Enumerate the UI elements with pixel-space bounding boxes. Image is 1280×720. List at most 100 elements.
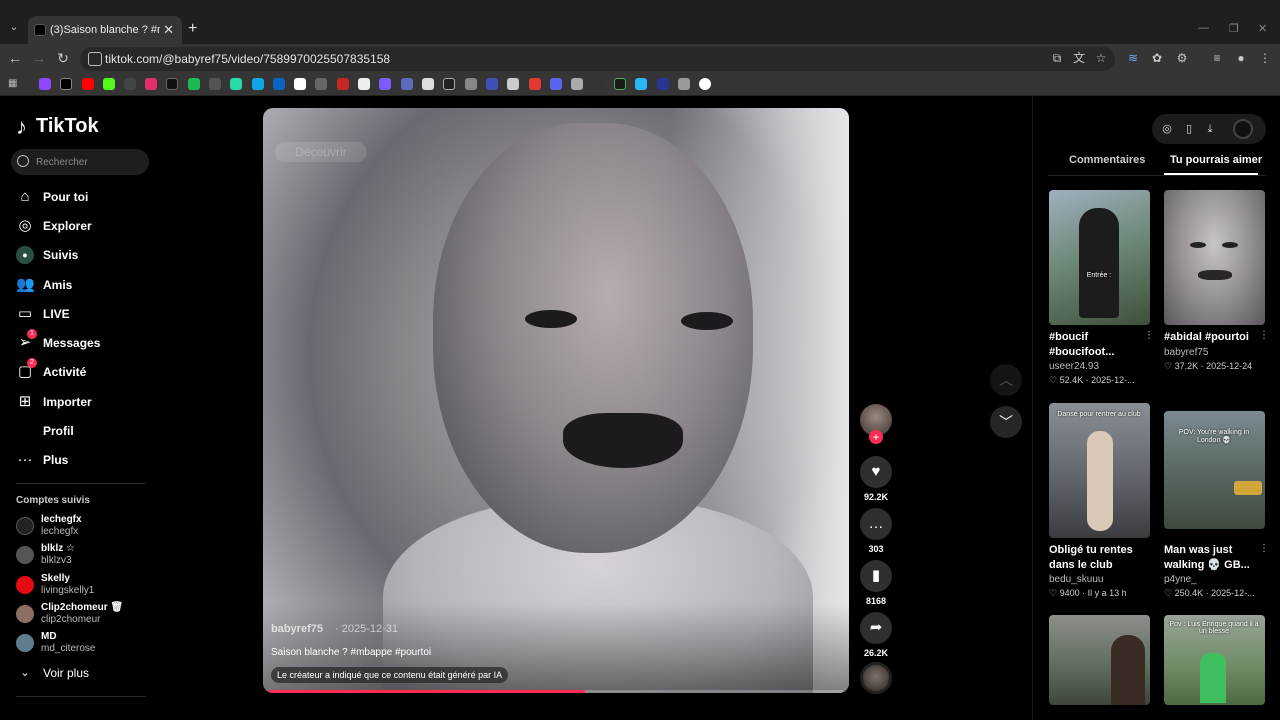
card-author[interactable]: bedu_skuuu bbox=[1049, 574, 1104, 585]
like-button[interactable]: ♥ bbox=[860, 456, 892, 488]
card-author[interactable]: babyref75 bbox=[1164, 347, 1208, 358]
bookmark-icon-30[interactable] bbox=[657, 78, 669, 90]
nav-item-pour-toi[interactable]: ⌂ Pour toi bbox=[16, 186, 146, 208]
address-bar[interactable]: tiktok.com/@babyref75/video/758997002550… bbox=[80, 47, 1115, 71]
url-text[interactable]: tiktok.com/@babyref75/video/758997002550… bbox=[105, 52, 390, 66]
bookmark-twitch-icon[interactable] bbox=[39, 78, 51, 90]
reload-icon[interactable]: ↻ bbox=[54, 50, 72, 67]
suggested-video-card[interactable]: POV: You're walking in London 💀 Man was … bbox=[1164, 411, 1269, 601]
followed-account[interactable]: lechegfx lechegfx bbox=[16, 513, 146, 539]
bookmark-icon-28[interactable] bbox=[614, 78, 626, 90]
next-video-button[interactable]: ﹀ bbox=[990, 406, 1022, 438]
nav-item-live[interactable]: ▭ LIVE bbox=[16, 303, 146, 325]
bookmark-icon-18[interactable] bbox=[401, 78, 413, 90]
card-author[interactable]: useer24.93 bbox=[1049, 361, 1099, 372]
bookmark-threads-icon[interactable] bbox=[315, 78, 327, 90]
bookmark-icon-15[interactable] bbox=[337, 78, 349, 90]
extension-icon-2[interactable]: ✿ bbox=[1150, 51, 1164, 65]
new-tab-button[interactable]: + bbox=[188, 20, 197, 38]
nav-item-amis[interactable]: 👥 Amis bbox=[16, 274, 146, 296]
nav-item-suivis[interactable]: ● Suivis bbox=[16, 244, 146, 266]
mobile-icon[interactable]: ▯ bbox=[1182, 122, 1196, 136]
minimize-icon[interactable]: — bbox=[1198, 22, 1209, 34]
bookmark-icon-5[interactable] bbox=[124, 78, 136, 90]
bookmark-icon-10[interactable] bbox=[230, 78, 242, 90]
bookmark-icon-11[interactable] bbox=[252, 78, 264, 90]
bookmark-icon-17[interactable] bbox=[379, 78, 391, 90]
forward-icon[interactable]: → bbox=[30, 50, 48, 66]
previous-video-button[interactable]: ︿ bbox=[990, 364, 1022, 396]
install-app-icon[interactable]: ⧉ bbox=[1050, 51, 1064, 65]
share-button[interactable]: ➦ bbox=[860, 612, 892, 644]
translate-icon[interactable]: 文 bbox=[1072, 51, 1086, 65]
browser-tab[interactable]: (3)Saison blanche ? #mbappe # ✕ bbox=[28, 16, 182, 44]
suggested-video-card[interactable] bbox=[1049, 615, 1150, 705]
video-progress-bar[interactable] bbox=[269, 690, 843, 693]
bookmark-icon-31[interactable] bbox=[678, 78, 690, 90]
suggested-video-card[interactable]: #abidal #pourtoi ⋮ babyref75 ♡ 37.2K · 2… bbox=[1164, 190, 1269, 390]
search-input[interactable] bbox=[36, 154, 141, 170]
tab-suggested[interactable]: Tu pourrais aimer bbox=[1170, 154, 1262, 166]
video-author[interactable]: babyref75 bbox=[271, 623, 323, 635]
bookmark-icon-9[interactable] bbox=[209, 78, 221, 90]
bookmark-discord-icon[interactable] bbox=[550, 78, 562, 90]
see-more-button[interactable]: ⌄ Voir plus bbox=[16, 662, 146, 684]
followed-account[interactable]: Skelly livingskelly1 bbox=[16, 572, 146, 598]
bookmark-instagram-icon[interactable] bbox=[145, 78, 157, 90]
media-controls-icon[interactable]: ≡ bbox=[1210, 51, 1224, 65]
download-icon[interactable]: ⤓ bbox=[1203, 122, 1217, 136]
followed-account[interactable]: Clip2chomeur 🗑 clip2chomeur bbox=[16, 601, 146, 627]
followed-account[interactable]: MD md_citerose bbox=[16, 630, 146, 656]
maximize-icon[interactable]: ❐ bbox=[1229, 22, 1239, 35]
bookmark-kick-icon[interactable] bbox=[103, 78, 115, 90]
bookmark-icon-13[interactable] bbox=[294, 78, 306, 90]
nav-item-importer[interactable]: ⊞ Importer bbox=[16, 391, 146, 413]
bookmark-x-icon[interactable] bbox=[60, 78, 72, 90]
tab-search-chevron-icon[interactable]: ⌄ bbox=[6, 20, 22, 36]
window-close-icon[interactable]: ✕ bbox=[1258, 22, 1267, 35]
back-icon[interactable]: ← bbox=[6, 50, 24, 66]
apps-grid-icon[interactable]: ▦ bbox=[8, 78, 20, 90]
bookmark-star-icon[interactable]: ☆ bbox=[1094, 51, 1108, 65]
user-avatar[interactable] bbox=[1233, 119, 1253, 139]
card-more-icon[interactable]: ⋮ bbox=[1259, 330, 1269, 341]
extension-icon[interactable]: ≋ bbox=[1126, 51, 1140, 65]
bookmark-linkedin-icon[interactable] bbox=[273, 78, 285, 90]
follow-plus-icon[interactable]: + bbox=[869, 430, 883, 444]
video-player[interactable]: Découvrir babyref75 · 2025-12-31 Saison … bbox=[263, 108, 849, 693]
card-more-icon[interactable]: ⋮ bbox=[1259, 543, 1269, 554]
card-more-icon[interactable]: ⋮ bbox=[1144, 330, 1154, 341]
bookmark-icon-22[interactable] bbox=[486, 78, 498, 90]
search-box[interactable] bbox=[11, 149, 149, 175]
nav-item-messages[interactable]: ➢ 1 Messages bbox=[16, 329, 146, 354]
sound-disc-icon[interactable] bbox=[860, 662, 892, 694]
bookmark-icon-26[interactable] bbox=[571, 78, 583, 90]
bookmark-icon-20[interactable] bbox=[443, 78, 455, 90]
card-author[interactable]: p4yne_ bbox=[1164, 574, 1197, 585]
nav-item-activite[interactable]: ▢ 2 Activité bbox=[16, 358, 146, 383]
bookmark-icon-29[interactable] bbox=[635, 78, 647, 90]
bookmark-icon-16[interactable] bbox=[358, 78, 370, 90]
save-button[interactable]: ▮ bbox=[860, 560, 892, 592]
tab-close-icon[interactable]: ✕ bbox=[163, 22, 174, 38]
bookmark-icon-21[interactable] bbox=[465, 78, 477, 90]
profile-avatar-icon[interactable]: ● bbox=[1234, 51, 1248, 65]
suggested-video-card[interactable]: Dansé pour rentrer au club Obligé tu ren… bbox=[1049, 403, 1150, 603]
tab-comments[interactable]: Commentaires bbox=[1069, 154, 1145, 166]
nav-item-profil[interactable]: Profil bbox=[16, 420, 146, 442]
comment-button[interactable]: … bbox=[860, 508, 892, 540]
followed-account[interactable]: blklz ☆ blklzv3 bbox=[16, 542, 146, 568]
suggested-video-card[interactable]: Entrée : #boucif #boucifoot... ⋮ useer24… bbox=[1049, 190, 1154, 390]
nav-item-plus[interactable]: ··· Plus bbox=[16, 449, 146, 471]
bookmark-icon-27[interactable] bbox=[593, 78, 605, 90]
suggested-video-card[interactable]: Pov : Luis Enrique quand il a un blessé bbox=[1164, 615, 1265, 705]
site-info-icon[interactable] bbox=[88, 52, 102, 66]
video-caption[interactable]: Saison blanche ? #mbappe #pourtoi bbox=[271, 647, 431, 658]
bookmark-icon-19[interactable] bbox=[422, 78, 434, 90]
bookmark-icon-32[interactable] bbox=[699, 78, 711, 90]
browser-menu-icon[interactable]: ⋮ bbox=[1258, 51, 1272, 65]
explore-compass-icon[interactable]: ◎ bbox=[1160, 122, 1174, 136]
bookmark-icon-8[interactable] bbox=[188, 78, 200, 90]
bookmark-tiktok-icon[interactable] bbox=[166, 78, 178, 90]
bookmark-youtube-icon[interactable] bbox=[82, 78, 94, 90]
